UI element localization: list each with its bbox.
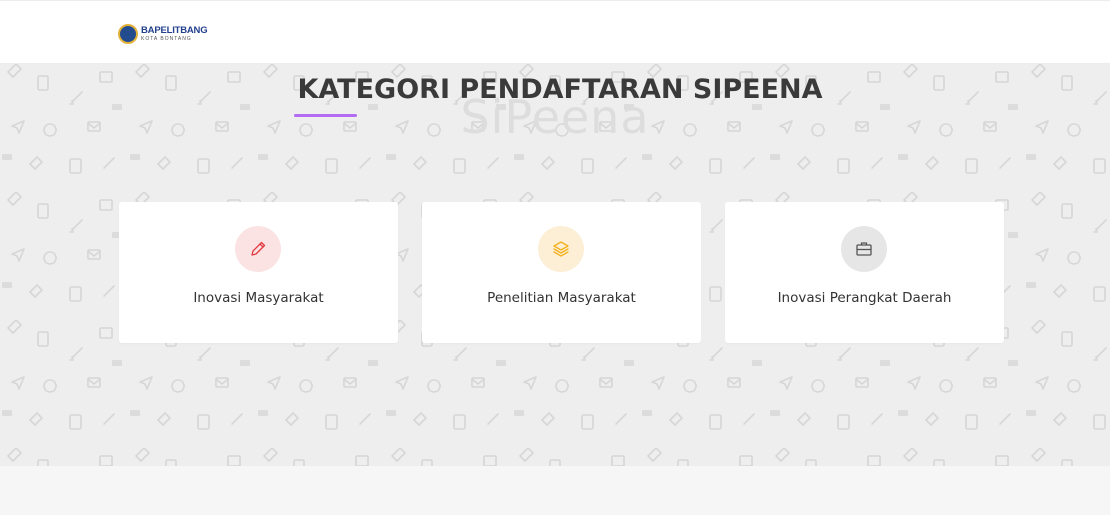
pencil-icon [235, 226, 281, 272]
category-label: Inovasi Perangkat Daerah [777, 290, 952, 306]
category-card-penelitian-masyarakat[interactable]: Penelitian Masyarakat [422, 202, 701, 343]
brand-logo[interactable]: BAPELITBANG KOTA BONTANG [118, 24, 208, 44]
layers-icon [538, 226, 584, 272]
brand-name: BAPELITBANG [141, 25, 208, 37]
brand-subtitle: KOTA BONTANG [141, 35, 192, 42]
footer-area [0, 466, 1110, 515]
city-seal-icon [118, 24, 138, 44]
top-navbar: BAPELITBANG KOTA BONTANG [0, 0, 1110, 64]
brand-text: BAPELITBANG KOTA BONTANG [141, 25, 208, 42]
briefcase-icon [841, 226, 887, 272]
title-underline [294, 114, 357, 117]
category-card-inovasi-masyarakat[interactable]: Inovasi Masyarakat [119, 202, 398, 343]
category-card-inovasi-perangkat-daerah[interactable]: Inovasi Perangkat Daerah [725, 202, 1004, 343]
category-label: Penelitian Masyarakat [487, 290, 636, 306]
hero-section: SiPeena KATEGORI PENDAFTARAN SIPEENA Ino… [0, 64, 1110, 466]
category-label: Inovasi Masyarakat [193, 290, 324, 306]
page-title: KATEGORI PENDAFTARAN SIPEENA [297, 74, 823, 105]
